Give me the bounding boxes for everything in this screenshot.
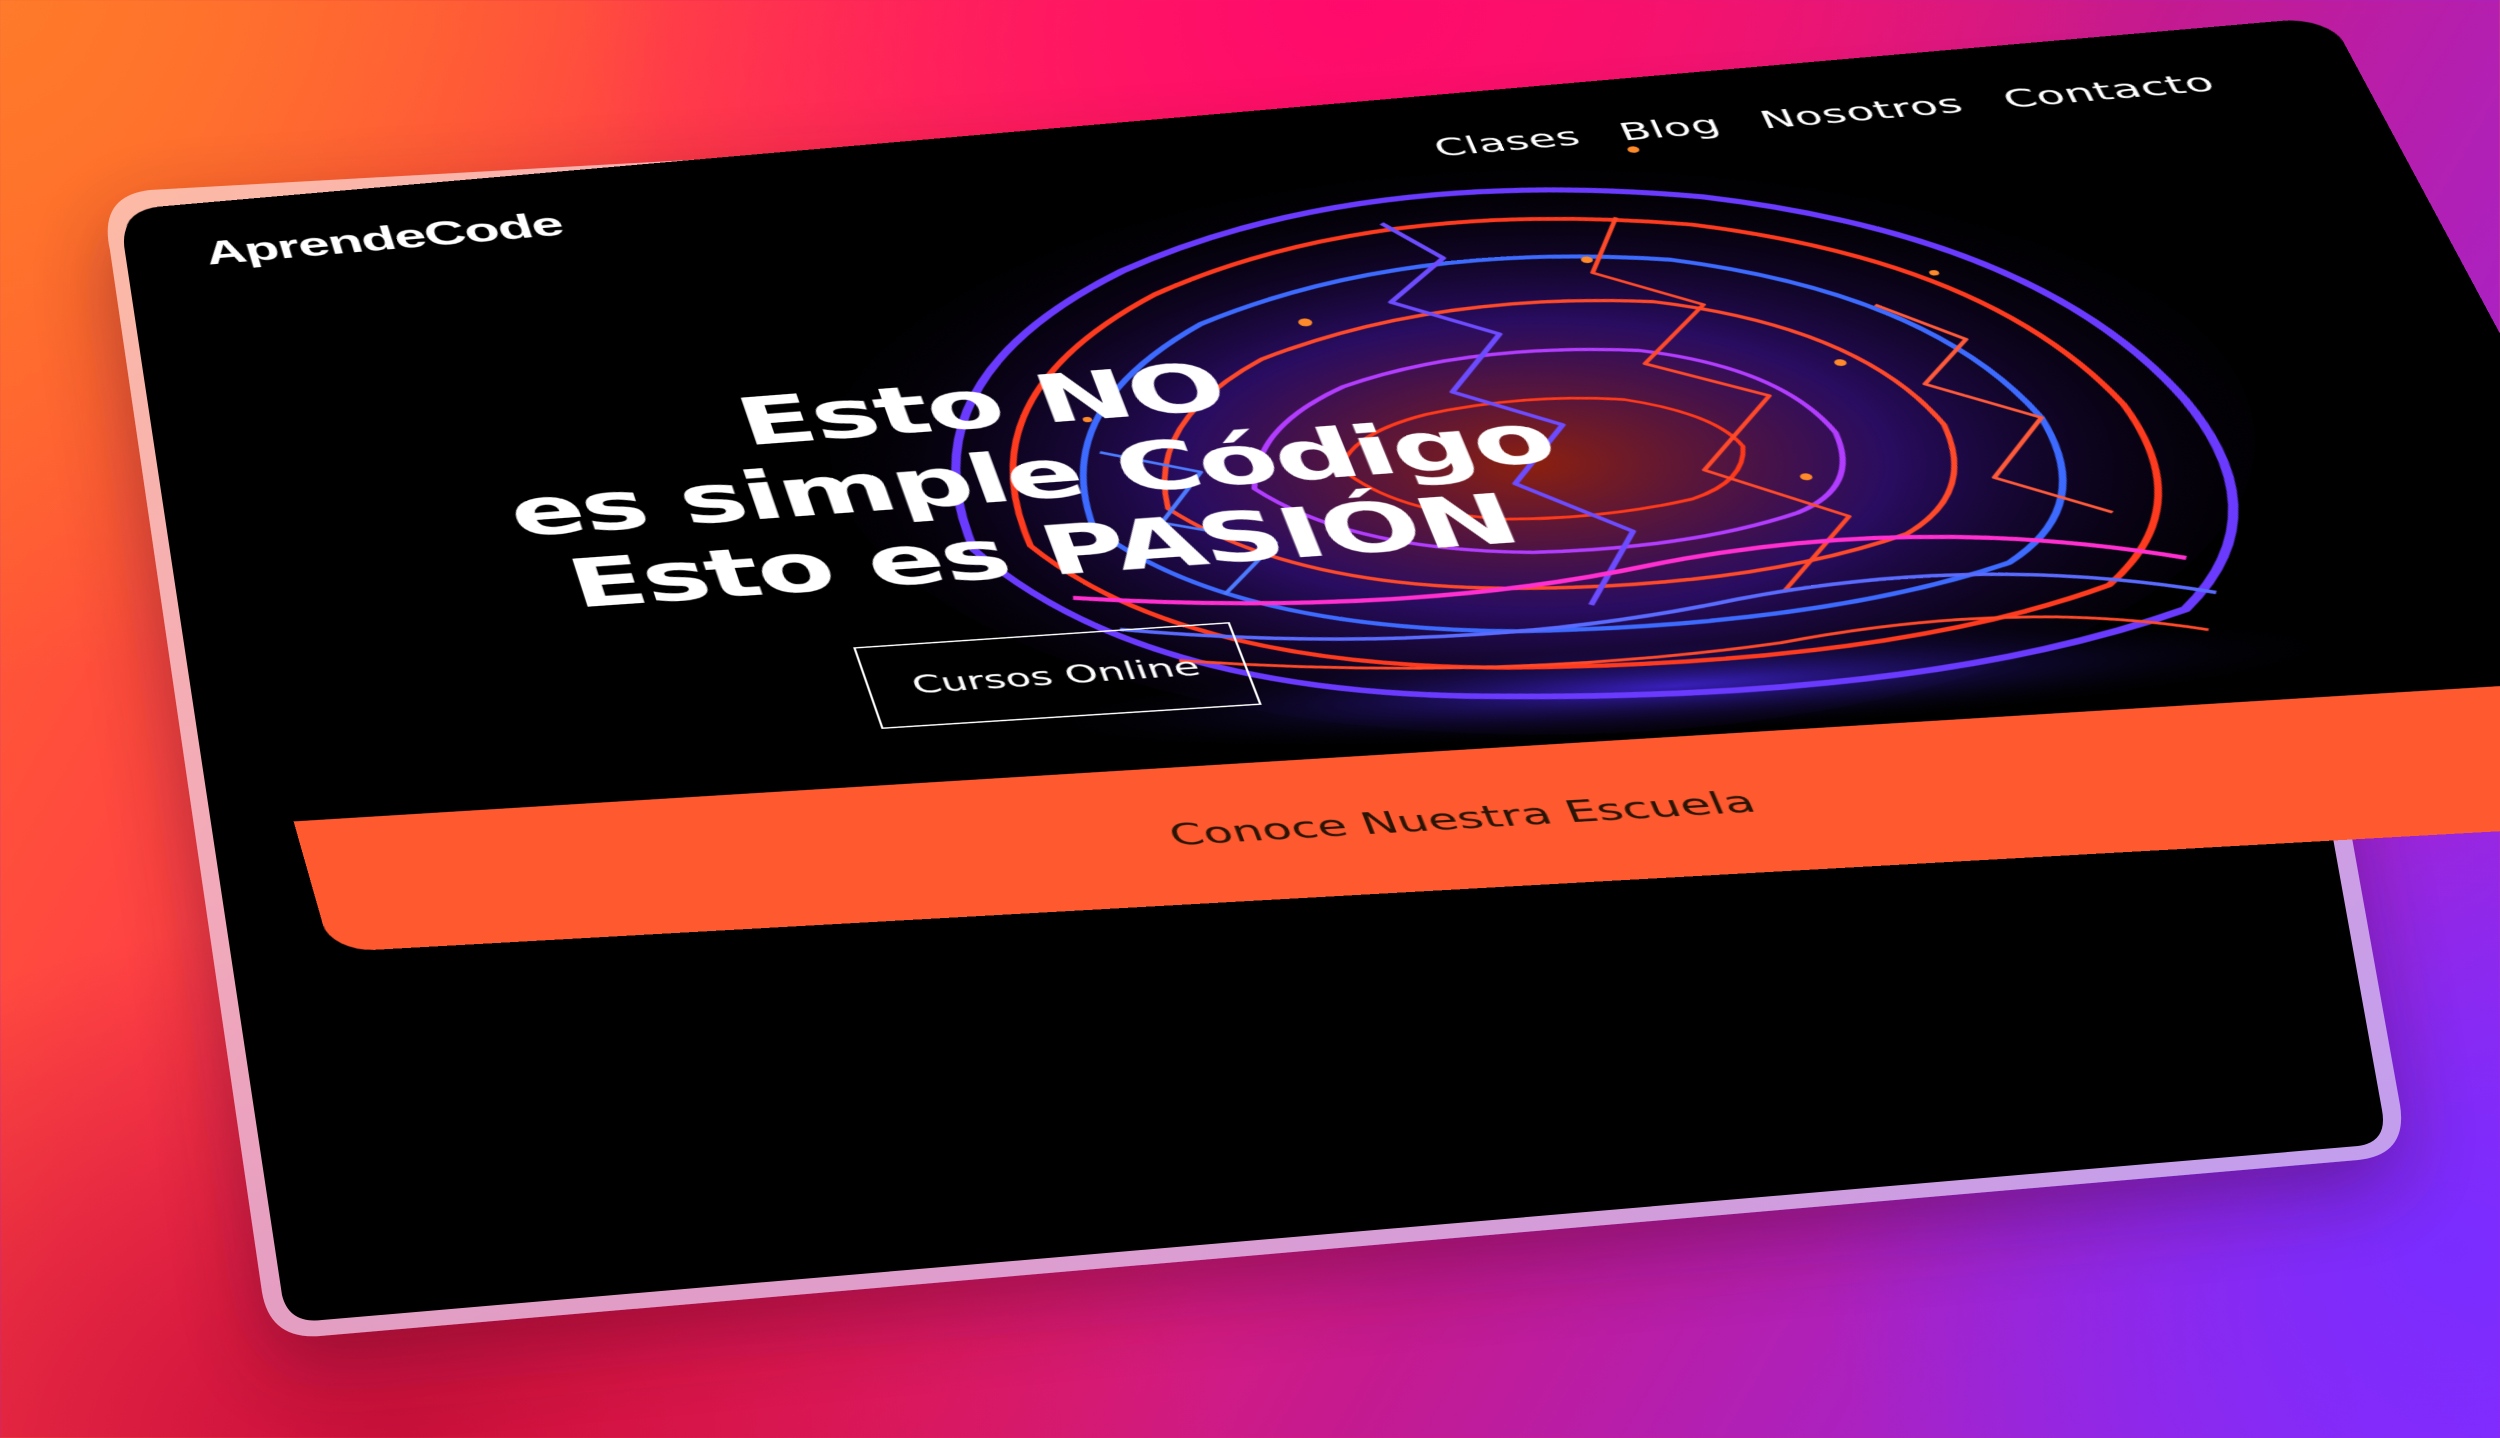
presentation-stage: AprendeCode Clases Blog Nosotros Contact… [0,0,2500,1438]
banner-label: Conoce Nuestra Escuela [1164,785,1762,853]
site-logo[interactable]: AprendeCode [200,204,568,272]
